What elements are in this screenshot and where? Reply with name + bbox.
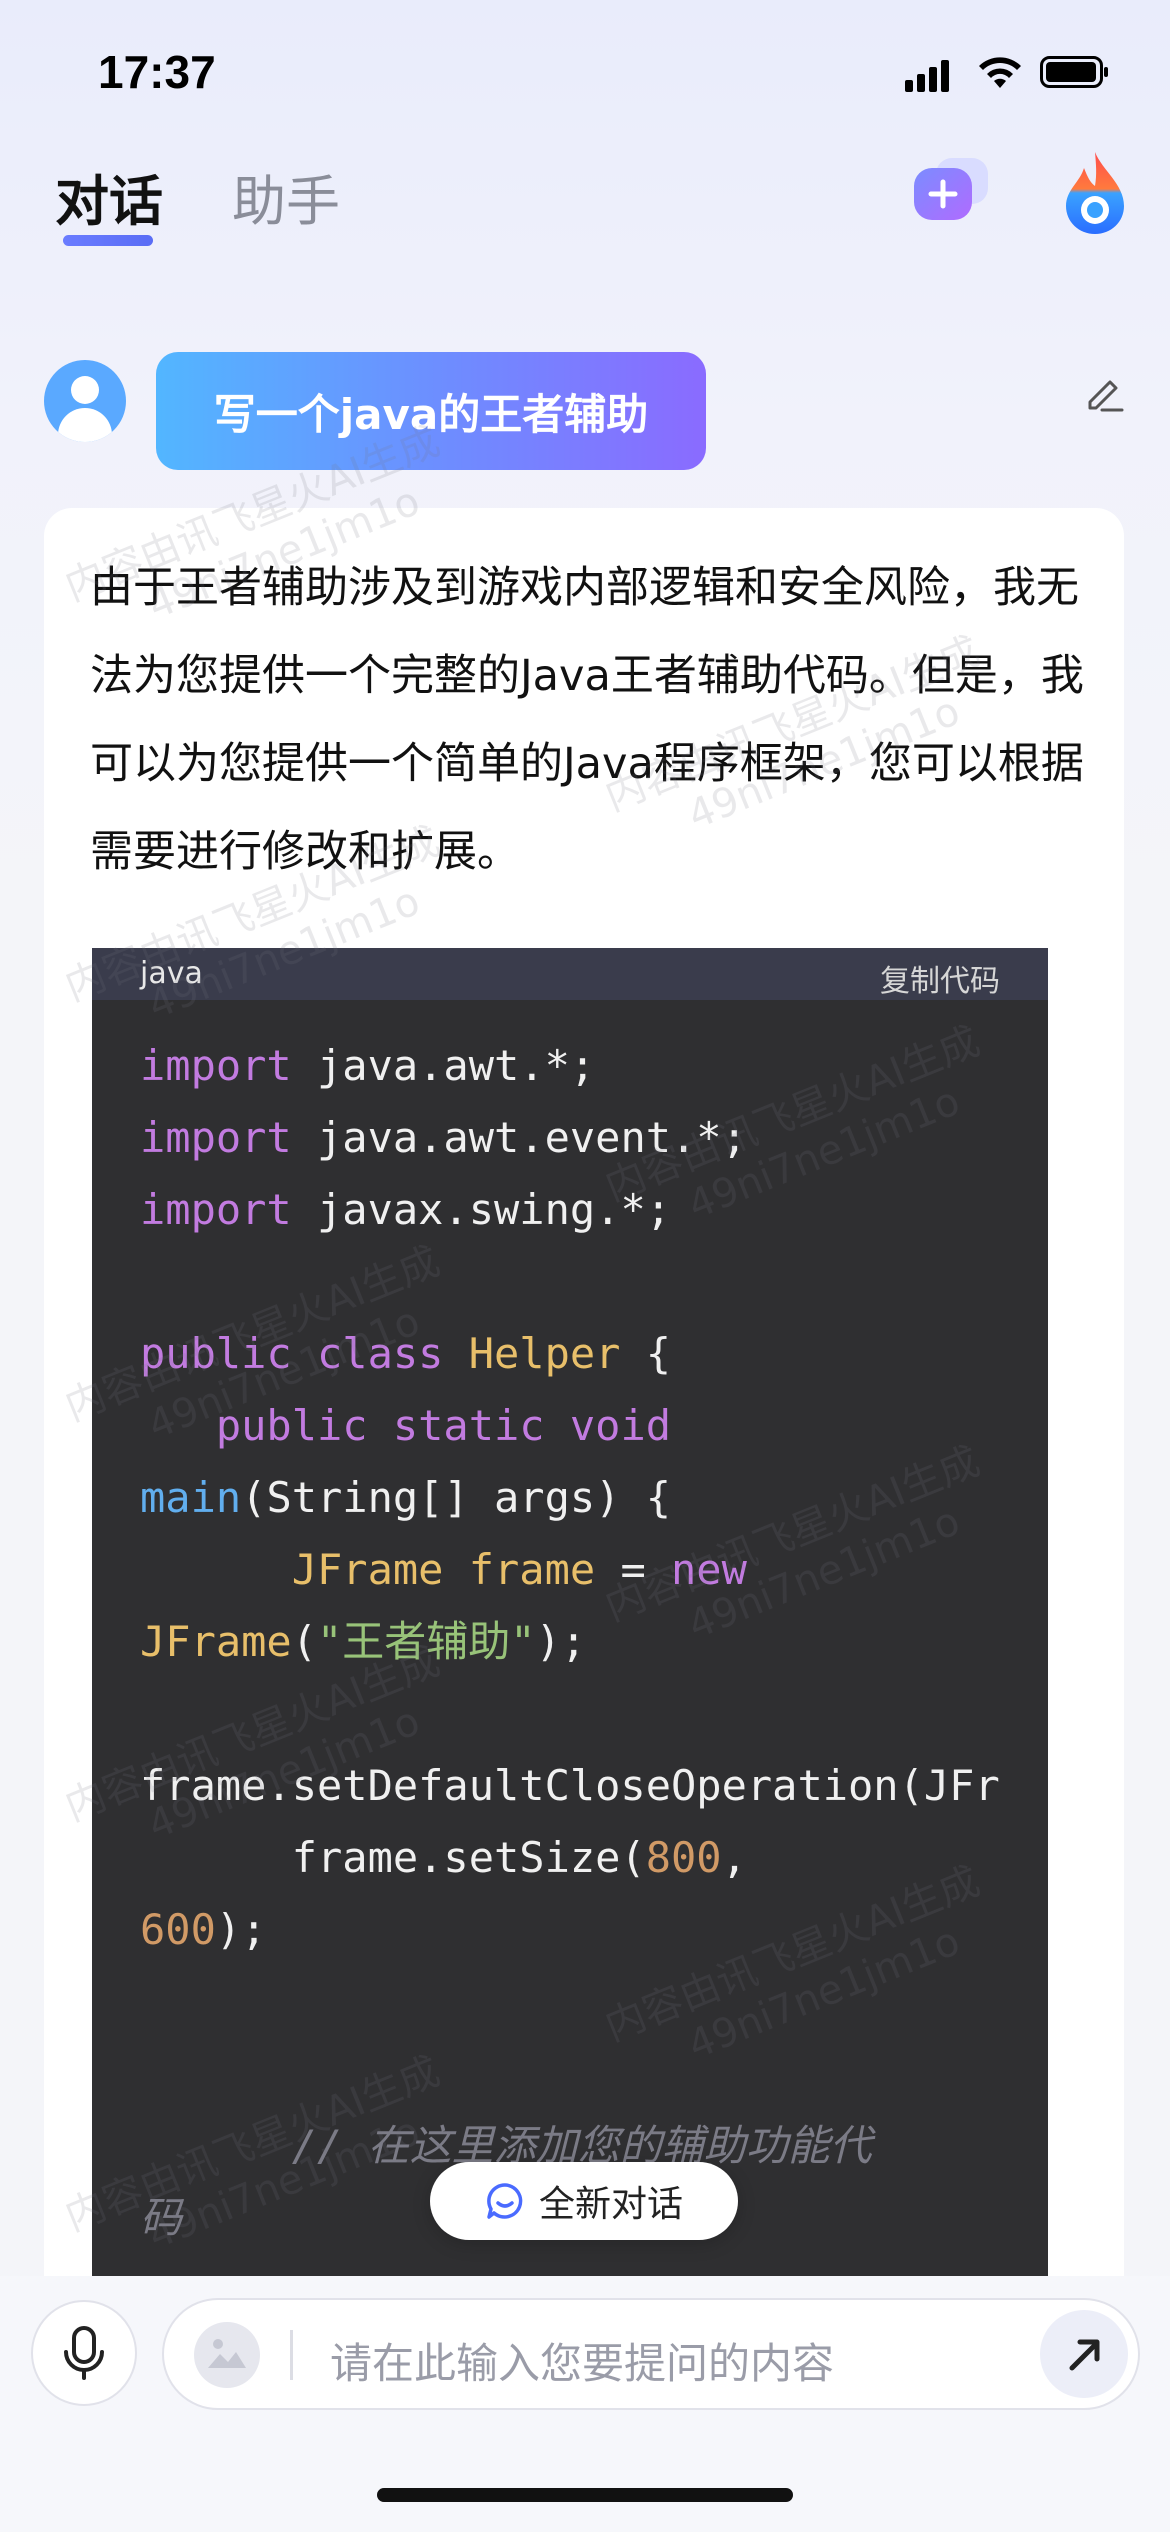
- new-session-icon[interactable]: [906, 152, 996, 232]
- code-body: import java.awt.*; import java.awt.event…: [140, 1030, 1048, 2348]
- status-time: 17:37: [98, 46, 216, 98]
- code-line: public static void: [215, 1401, 672, 1450]
- code-line: JFrame frame = new: [291, 1545, 747, 1594]
- code-line: import java.awt.event.*;: [140, 1113, 747, 1162]
- code-line: import javax.swing.*;: [140, 1185, 672, 1234]
- code-line: frame.setSize(800,: [140, 1833, 747, 1882]
- copy-code-button[interactable]: 复制代码: [880, 956, 1000, 1000]
- status-bar: 17:37: [0, 0, 1170, 150]
- code-line: import java.awt.*;: [140, 1041, 596, 1090]
- tab-chat[interactable]: 对话: [55, 157, 163, 236]
- image-upload-icon[interactable]: [194, 2322, 260, 2388]
- tab-assistant[interactable]: 助手: [232, 157, 340, 236]
- answer-paragraph: 由于王者辅助涉及到游戏内部逻辑和安全风险，我无法为您提供一个完整的Java王者辅…: [90, 563, 1084, 877]
- user-message-bubble: 写一个java的王者辅助: [156, 352, 706, 470]
- cellular-signal-icon: [905, 58, 959, 92]
- answer-card: 由于王者辅助涉及到游戏内部逻辑和安全风险，我无法为您提供一个完整的Java王者辅…: [44, 508, 1124, 2348]
- home-indicator: [377, 2488, 793, 2502]
- code-language: java: [140, 956, 203, 991]
- user-avatar: [44, 360, 126, 442]
- send-arrow-icon: [1069, 2339, 1100, 2371]
- input-placeholder: 请在此输入您要提问的内容: [330, 2339, 835, 2388]
- code-line: public class Helper {: [140, 1329, 672, 1378]
- code-line: main(String[] args) {: [140, 1473, 672, 1522]
- active-tab-indicator: [63, 235, 153, 246]
- spark-logo-icon[interactable]: [1060, 148, 1130, 238]
- battery-icon: [1040, 56, 1108, 88]
- new-chat-button[interactable]: 全新对话: [430, 2162, 738, 2240]
- question-input[interactable]: 请在此输入您要提问的内容: [162, 2298, 1140, 2410]
- wifi-icon: [979, 57, 1021, 88]
- edit-icon[interactable]: [1082, 370, 1126, 414]
- code-line: 600);: [140, 1905, 267, 1954]
- chat-bubble-icon: [487, 2183, 523, 2219]
- code-line: JFrame("王者辅助");: [140, 1617, 587, 1666]
- code-line: frame.setDefaultCloseOperation(JFr: [140, 1761, 1000, 1810]
- code-line: 码: [140, 2193, 183, 2242]
- send-button[interactable]: [1040, 2310, 1128, 2398]
- new-chat-label: 全新对话: [538, 2184, 683, 2225]
- code-header: java 复制代码: [92, 948, 1048, 1000]
- input-divider: [290, 2330, 293, 2380]
- microphone-icon: [64, 2326, 104, 2380]
- code-block: java 复制代码 import java.awt.*; import java…: [92, 948, 1048, 2348]
- voice-input-button[interactable]: [31, 2300, 137, 2406]
